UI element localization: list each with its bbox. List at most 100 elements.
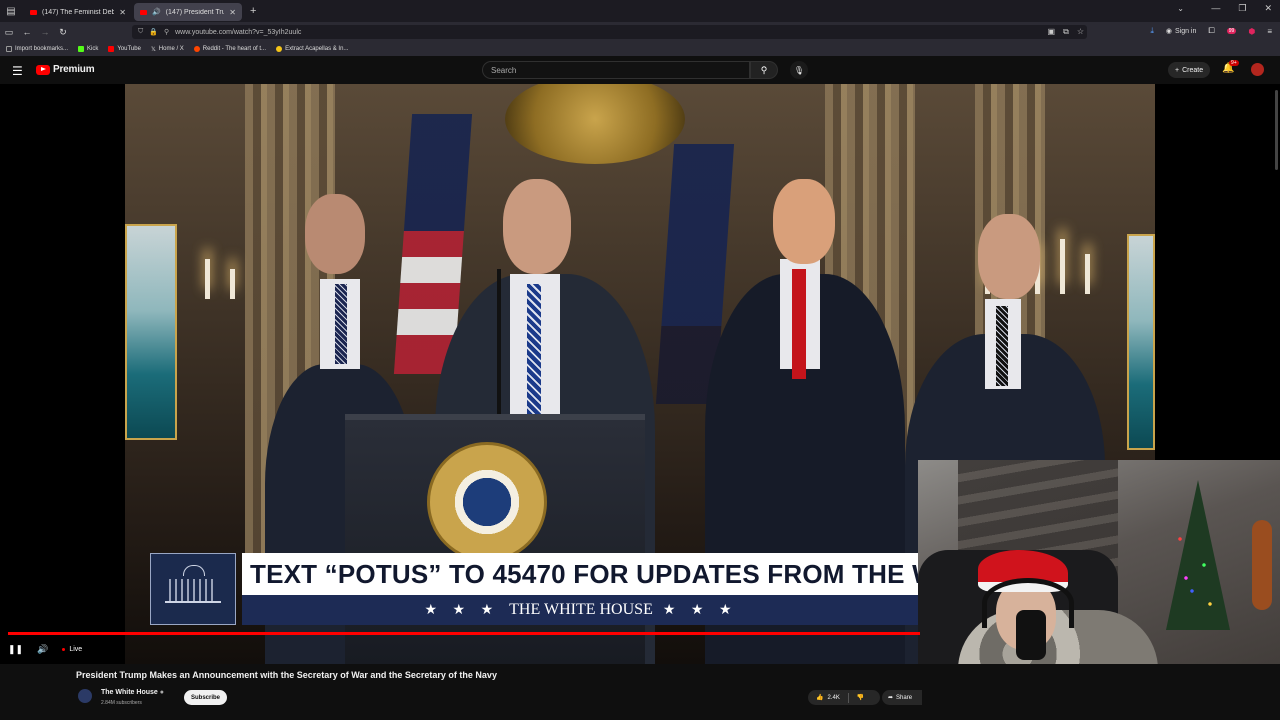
close-tab-icon[interactable]: ✕ (229, 8, 236, 17)
divider (847, 692, 849, 703)
sign-in-button[interactable]: ◉ Sign in (1166, 27, 1197, 36)
logo-text: Premium (53, 64, 95, 75)
maximize-icon[interactable]: ❐ (1238, 3, 1246, 14)
lower-third-banner: TEXT “POTUS” TO 45470 FOR UPDATES FROM T… (150, 553, 920, 625)
stars-left: ★ ★ ★ (424, 602, 500, 618)
video-player[interactable]: TEXT “POTUS” TO 45470 FOR UPDATES FROM T… (0, 84, 1280, 664)
tab-list-icon[interactable]: ▤ (0, 0, 22, 22)
microphone (1016, 610, 1046, 660)
import-icon (6, 46, 12, 52)
sign-in-label: Sign in (1174, 27, 1197, 35)
volume-icon[interactable]: 🔊 (37, 644, 48, 655)
bookmarks-bar: Import bookmarks... Kick YouTube 𝕏 Home /… (0, 42, 1280, 56)
bookmark-import[interactable]: Import bookmarks... (6, 46, 68, 52)
chevron-down-icon[interactable]: ⌄ (1177, 4, 1184, 13)
bookmark-label: Extract Acapellas & In... (285, 46, 349, 52)
reader-view-icon[interactable]: ▣ (1048, 27, 1056, 37)
tab-feminist-debate[interactable]: (147) The Feminist Debate - Yo ✕ (24, 3, 132, 21)
bookmark-kick[interactable]: Kick (78, 46, 98, 52)
back-icon[interactable]: ← (18, 27, 36, 37)
lock-icon[interactable]: 🔒 (149, 28, 158, 36)
bookmark-label: Import bookmarks... (15, 46, 69, 52)
candelabra-left (200, 209, 260, 299)
lower-third-text: TEXT “POTUS” TO 45470 FOR UPDATES FROM T… (242, 553, 920, 595)
subscribe-button[interactable]: Subscribe (184, 690, 228, 705)
permissions-icon[interactable]: ⚲ (164, 28, 169, 36)
search-button[interactable]: ⚲ (750, 61, 778, 79)
channel-avatar[interactable] (78, 689, 92, 703)
bookmark-star-icon[interactable]: ☆ (1077, 27, 1084, 37)
bookmark-youtube[interactable]: YouTube (108, 46, 141, 52)
forward-icon[interactable]: → (36, 27, 54, 37)
tie (527, 284, 541, 414)
like-icon[interactable]: 👍 (816, 694, 823, 701)
share-label: Share (896, 694, 913, 701)
plus-icon: + (1175, 66, 1180, 74)
downloads-icon[interactable]: ⤓ (1150, 26, 1154, 36)
sidebar-toggle-icon[interactable]: ▭ (0, 27, 18, 38)
podium (345, 414, 645, 664)
search-input[interactable]: Search (482, 61, 750, 79)
browser-toolbar-right: ⤓ ◉ Sign in ⧠ 99 ⬢ ≡ (1150, 26, 1272, 36)
extension-badge-icon[interactable]: 99 (1226, 28, 1237, 34)
shield-icon[interactable]: ⛉ (138, 28, 143, 36)
youtube-favicon-icon (140, 9, 147, 15)
bookmark-label: YouTube (117, 46, 141, 52)
voice-search-button[interactable]: 🎙 (790, 61, 808, 79)
browser-tab-strip: ▤ (147) The Feminist Debate - Yo ✕ 🔊 (14… (0, 0, 1280, 22)
address-bar[interactable]: ⛉ 🔒 ⚲ www.youtube.com/watch?v=_53yIh2uul… (132, 25, 1087, 39)
head (978, 214, 1040, 299)
youtube-favicon-icon (30, 9, 37, 15)
lower-third-subtitle: ★ ★ ★ THE WHITE HOUSE ★ ★ ★ (242, 595, 920, 625)
guitar (1252, 520, 1272, 610)
avatar[interactable] (1251, 63, 1264, 76)
x-icon: 𝕏 (150, 46, 156, 53)
tie (335, 284, 347, 364)
bookmark-label: Home / X (158, 46, 184, 52)
address-bar-icons: ▣ ⧉ ☆ (1048, 27, 1084, 37)
progress-bar[interactable] (8, 632, 920, 635)
close-window-icon[interactable]: ✕ (1264, 3, 1272, 14)
tab-president-trump[interactable]: 🔊 (147) President Trump Mak ✕ (134, 3, 242, 21)
head (773, 179, 835, 264)
extensions-icon[interactable]: ⧠ (1208, 26, 1214, 36)
channel-name[interactable]: The White House ● (101, 689, 164, 696)
white-house-drawing (165, 565, 221, 603)
url-text[interactable]: www.youtube.com/watch?v=_53yIh2uulc (175, 29, 301, 36)
presidential-seal (427, 442, 547, 562)
youtube-logo[interactable]: Premium (36, 64, 95, 75)
reload-icon[interactable]: ↻ (54, 27, 72, 38)
kick-icon (78, 46, 85, 52)
bookmark-x[interactable]: 𝕏 Home / X (151, 46, 184, 53)
create-button[interactable]: + Create (1168, 62, 1211, 78)
hamburger-menu-icon[interactable]: ☰ (12, 64, 23, 78)
speaker-icon[interactable]: 🔊 (152, 8, 161, 16)
like-count[interactable]: 2.4K (827, 695, 839, 701)
channel-name-text[interactable]: The White House (101, 689, 158, 696)
stars-right: ★ ★ ★ (662, 602, 738, 618)
poster-right (1127, 234, 1155, 450)
bookmark-reddit[interactable]: Reddit - The heart of t... (193, 46, 266, 52)
menu-icon[interactable]: ≡ (1267, 27, 1272, 36)
notifications-button[interactable]: 🔔 9+ (1222, 60, 1239, 74)
create-label: Create (1182, 66, 1204, 74)
scrollbar[interactable] (1275, 90, 1278, 170)
youtube-icon (108, 46, 115, 52)
bookmark-acapellas[interactable]: Extract Acapellas & In... (276, 46, 348, 52)
live-indicator[interactable]: Live (62, 646, 82, 653)
new-tab-icon[interactable]: + (250, 5, 256, 17)
pause-icon[interactable]: ❚❚ (8, 644, 23, 655)
close-tab-icon[interactable]: ✕ (119, 8, 126, 17)
search-icon: ⚲ (760, 64, 768, 75)
acapellas-icon (276, 46, 283, 52)
share-button[interactable]: ➦ Share (882, 690, 922, 705)
wall-crest (505, 84, 685, 164)
poster-left (125, 224, 177, 440)
minimize-icon[interactable]: — (1211, 3, 1220, 14)
share-icon: ➦ (888, 695, 894, 701)
dislike-icon[interactable]: 👎 (857, 694, 864, 701)
picture-in-picture-icon[interactable]: ⧉ (1063, 27, 1069, 37)
white-house-icon (150, 553, 236, 625)
live-dot-icon (62, 647, 66, 651)
ublock-icon[interactable]: ⬢ (1248, 27, 1255, 36)
